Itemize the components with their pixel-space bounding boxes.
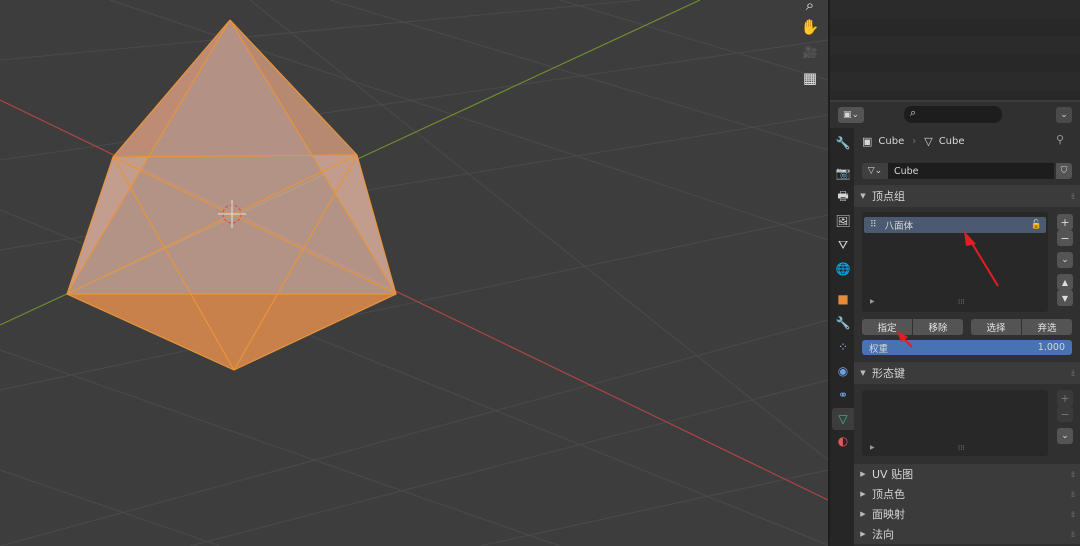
move-up-button[interactable]: ▲: [1057, 274, 1073, 290]
editor-type-icon[interactable]: ▣⌄: [838, 107, 864, 123]
vertex-groups-panel-header[interactable]: ▼ 顶点组 ⁞⁞: [854, 185, 1080, 207]
output-tab-icon[interactable]: 🖶: [832, 186, 854, 208]
collapsed-arrow-icon: ▶: [860, 510, 866, 518]
options-dropdown[interactable]: ⌄: [1056, 107, 1072, 123]
remove-vertex-group-button[interactable]: −: [1057, 230, 1073, 246]
pin-icon[interactable]: ⚲: [1056, 133, 1064, 146]
drag-grip-icon[interactable]: ⁞⁞: [1071, 369, 1075, 378]
weight-slider[interactable]: 权重 1.000: [862, 340, 1072, 355]
constraints-tab-icon[interactable]: ⚭: [832, 384, 854, 406]
normals-title: 法向: [872, 528, 894, 541]
camera-icon[interactable]: 🎥: [798, 41, 822, 63]
vertex-group-list[interactable]: ⠿ 八面体 🔓 ▶ ⁞⁞⁞: [862, 212, 1048, 312]
3d-viewport[interactable]: ⌕ ✋ 🎥 ▦: [0, 0, 828, 546]
move-down-button[interactable]: ▼: [1057, 290, 1073, 306]
drag-grip-icon[interactable]: ⁞⁞: [1071, 490, 1075, 499]
render-tab-icon[interactable]: 📷: [832, 162, 854, 184]
vertex-colors-title: 顶点色: [872, 488, 905, 501]
deselect-button[interactable]: 弃选: [1022, 319, 1072, 335]
scene-tab-icon[interactable]: ⛛: [832, 234, 854, 256]
outliner-row[interactable]: [830, 72, 1080, 90]
object-icon: ▣: [862, 134, 873, 148]
normals-panel-header[interactable]: ▶ 法向 ⁞⁞: [854, 524, 1080, 544]
outliner[interactable]: [830, 0, 1080, 100]
zoom-icon[interactable]: ⌕: [798, 0, 822, 16]
weight-value: 1.000: [1037, 342, 1065, 353]
breadcrumb: ▣ Cube › ▽ Cube: [862, 133, 965, 149]
mesh-name-field[interactable]: Cube: [888, 163, 1054, 179]
list-filter-arrow-icon[interactable]: ▶: [870, 298, 875, 305]
drag-grip-icon[interactable]: ⁞⁞: [1071, 470, 1075, 479]
data-tab-icon[interactable]: ▽: [832, 408, 854, 430]
octahedron-mesh[interactable]: [66, 19, 397, 371]
list-resize-grip-icon[interactable]: ⁞⁞⁞: [958, 298, 965, 306]
mesh-data-icon: ▽: [924, 134, 933, 148]
shape-keys-panel-header[interactable]: ▼ 形态键 ⁞⁞: [854, 362, 1080, 384]
outliner-row[interactable]: [830, 18, 1080, 36]
collapsed-arrow-icon: ▶: [860, 470, 866, 478]
shape-key-specials-dropdown[interactable]: ⌄: [1057, 428, 1073, 444]
collapsed-arrow-icon: ▶: [860, 490, 866, 498]
perspective-grid-icon[interactable]: ▦: [798, 67, 822, 89]
shape-key-list[interactable]: ▶ ⁞⁞⁞: [862, 390, 1048, 456]
tool-tab-icon[interactable]: 🔧: [832, 132, 854, 154]
outliner-row[interactable]: [830, 36, 1080, 54]
vertex-colors-panel-header[interactable]: ▶ 顶点色 ⁞⁞: [854, 484, 1080, 504]
vertex-group-name: 八面体: [884, 221, 914, 232]
properties-editor: ▣ Cube › ▽ Cube ⚲ ▽⌄ Cube ⛉ ▼ 顶点组 ⁞⁞ ⠿ 八…: [854, 128, 1080, 546]
list-item[interactable]: ⠿ 八面体 🔓: [864, 217, 1046, 233]
vertex-groups-title: 顶点组: [872, 190, 905, 203]
properties-tabs: 🔧 📷 🖶 🖼 ⛛ 🌐 ■ 🔧 ⁘ ◉ ⚭ ▽ ◐: [830, 128, 854, 546]
face-maps-title: 面映射: [872, 508, 905, 521]
shape-keys-title: 形态键: [872, 367, 905, 380]
select-button[interactable]: 选择: [971, 319, 1021, 335]
outliner-row[interactable]: [830, 54, 1080, 72]
remove-from-group-button[interactable]: 移除: [913, 319, 963, 335]
add-shape-key-button[interactable]: +: [1057, 390, 1073, 406]
breadcrumb-object: Cube: [878, 135, 905, 147]
material-tab-icon[interactable]: ◐: [832, 430, 854, 452]
list-filter-arrow-icon[interactable]: ▶: [870, 444, 875, 451]
face-maps-panel-header[interactable]: ▶ 面映射 ⁞⁞: [854, 504, 1080, 524]
breadcrumb-separator: ›: [912, 135, 917, 147]
uv-maps-panel-header[interactable]: ▶ UV 贴图 ⁞⁞: [854, 464, 1080, 484]
collapsed-arrow-icon: ▶: [860, 530, 866, 538]
remove-shape-key-button[interactable]: −: [1057, 406, 1073, 422]
drag-grip-icon[interactable]: ⁞⁞: [1071, 192, 1075, 201]
modifiers-tab-icon[interactable]: 🔧: [832, 312, 854, 334]
view-layer-tab-icon[interactable]: 🖼: [832, 210, 854, 232]
pan-hand-icon[interactable]: ✋: [798, 16, 822, 38]
particles-tab-icon[interactable]: ⁘: [832, 336, 854, 358]
expand-arrow-icon: ▼: [860, 369, 866, 377]
vertex-group-icon: ⠿: [870, 220, 877, 230]
search-icon: ⌕: [910, 106, 917, 119]
vertex-group-specials-dropdown[interactable]: ⌄: [1057, 252, 1073, 268]
outliner-row[interactable]: [830, 0, 1080, 18]
assign-button[interactable]: 指定: [862, 319, 912, 335]
world-tab-icon[interactable]: 🌐: [832, 258, 854, 280]
drag-grip-icon[interactable]: ⁞⁞: [1071, 510, 1075, 519]
uv-maps-title: UV 贴图: [872, 468, 914, 481]
lock-icon[interactable]: 🔓: [1031, 220, 1042, 230]
physics-tab-icon[interactable]: ◉: [832, 360, 854, 382]
properties-header: ▣⌄ ⌕ ⌄: [830, 102, 1080, 128]
mesh-browse-icon[interactable]: ▽⌄: [862, 163, 888, 179]
search-field[interactable]: ⌕: [904, 106, 1002, 123]
viewport-scene: [0, 0, 828, 546]
add-vertex-group-button[interactable]: +: [1057, 214, 1073, 230]
object-tab-icon[interactable]: ■: [832, 288, 854, 310]
list-resize-grip-icon[interactable]: ⁞⁞⁞: [958, 444, 965, 452]
fake-user-shield-icon[interactable]: ⛉: [1056, 163, 1072, 179]
drag-grip-icon[interactable]: ⁞⁞: [1071, 530, 1075, 539]
breadcrumb-data: Cube: [938, 135, 965, 147]
weight-label: 权重: [869, 343, 889, 355]
expand-arrow-icon: ▼: [860, 192, 866, 200]
